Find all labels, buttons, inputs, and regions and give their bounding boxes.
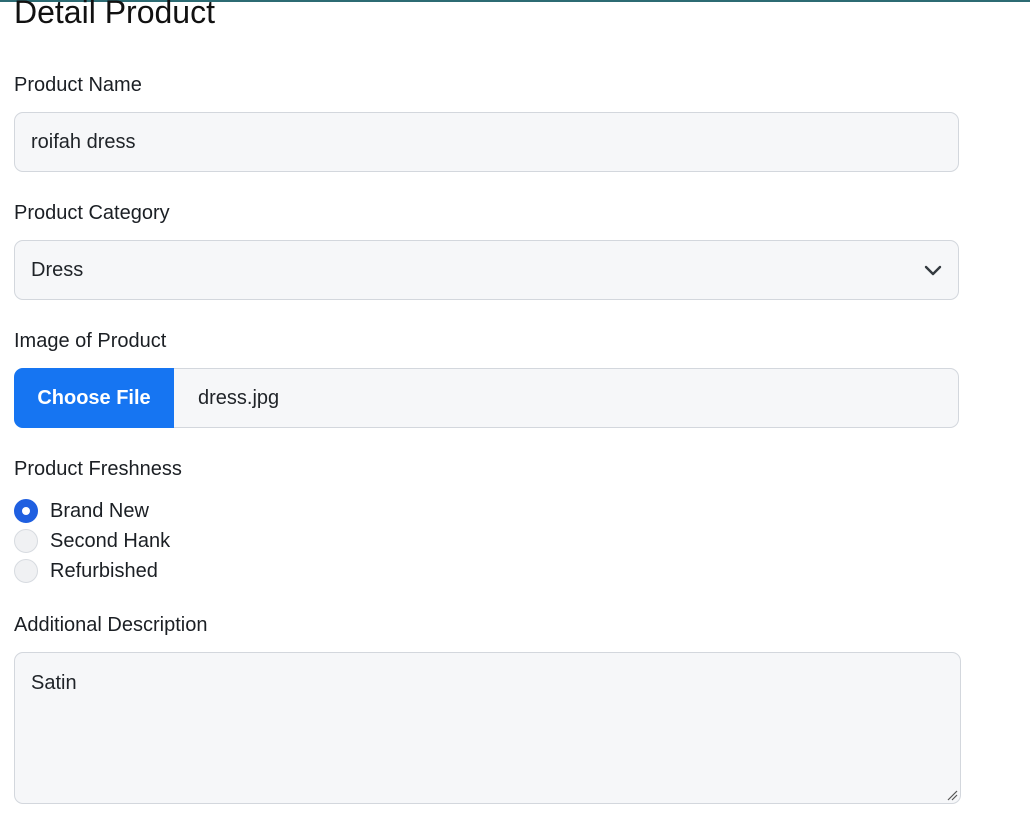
radio-label-brand-new: Brand New bbox=[50, 500, 149, 522]
product-image-label: Image of Product bbox=[14, 330, 167, 352]
radio-label-second-hank: Second Hank bbox=[50, 530, 171, 552]
additional-description-textarea[interactable]: Satin bbox=[14, 652, 961, 804]
additional-description-label: Additional Description bbox=[14, 614, 208, 636]
chevron-down-icon bbox=[924, 265, 942, 276]
choose-file-button[interactable]: Choose File bbox=[14, 368, 174, 428]
product-name-label: Product Name bbox=[14, 74, 142, 96]
radio-label-refurbished: Refurbished bbox=[50, 560, 158, 582]
radio-brand-new[interactable] bbox=[14, 499, 38, 523]
product-image-file-input[interactable]: Choose File dress.jpg bbox=[14, 368, 959, 428]
product-freshness-label: Product Freshness bbox=[14, 458, 182, 480]
product-name-input[interactable]: roifah dress bbox=[14, 112, 959, 172]
product-category-label: Product Category bbox=[14, 202, 170, 224]
radio-refurbished[interactable] bbox=[14, 559, 38, 583]
selected-file-name: dress.jpg bbox=[198, 387, 280, 409]
page-title: Detail Product bbox=[14, 0, 215, 30]
radio-second-hank[interactable] bbox=[14, 529, 38, 553]
product-name-value: roifah dress bbox=[31, 131, 136, 153]
additional-description-value: Satin bbox=[31, 672, 77, 694]
product-category-value: Dress bbox=[31, 259, 84, 281]
resize-handle-icon[interactable] bbox=[946, 789, 958, 801]
product-category-select[interactable]: Dress bbox=[14, 240, 959, 300]
